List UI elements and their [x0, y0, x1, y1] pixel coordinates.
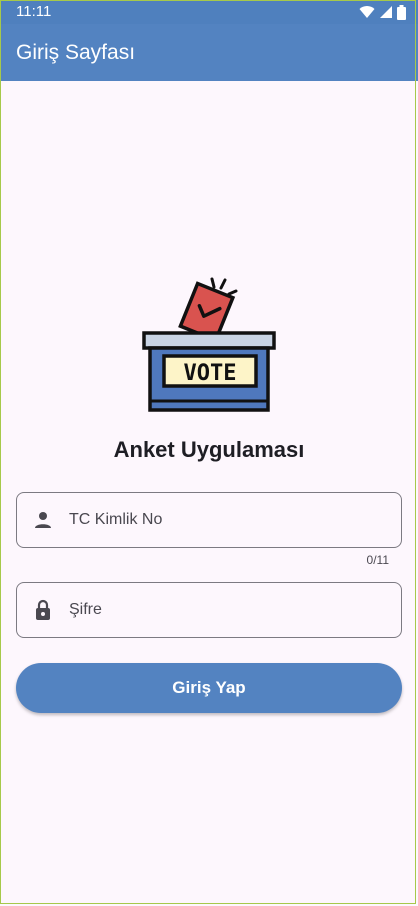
- password-input[interactable]: Şifre: [16, 582, 402, 638]
- password-placeholder: Şifre: [69, 601, 102, 618]
- app-title: Giriş Sayfası: [16, 41, 136, 64]
- login-button[interactable]: Giriş Yap: [16, 663, 402, 713]
- lock-icon: [36, 599, 50, 620]
- signal-icon: [380, 6, 392, 18]
- vote-label: VOTE: [184, 361, 237, 386]
- wifi-icon: [359, 6, 375, 19]
- tc-kimlik-input[interactable]: TC Kimlik No: [16, 492, 402, 548]
- tc-kimlik-placeholder: TC Kimlik No: [69, 511, 163, 528]
- status-icons: [359, 4, 406, 20]
- character-counter: 0/11: [366, 553, 389, 567]
- app-bar: Giriş Sayfası: [0, 24, 418, 81]
- person-icon: [35, 512, 51, 528]
- page-heading: Anket Uygulaması: [113, 437, 305, 462]
- battery-icon: [397, 4, 406, 20]
- vote-box-logo: VOTE: [142, 277, 276, 412]
- status-time: 11:11: [16, 3, 52, 20]
- status-bar: 11:11: [0, 0, 418, 24]
